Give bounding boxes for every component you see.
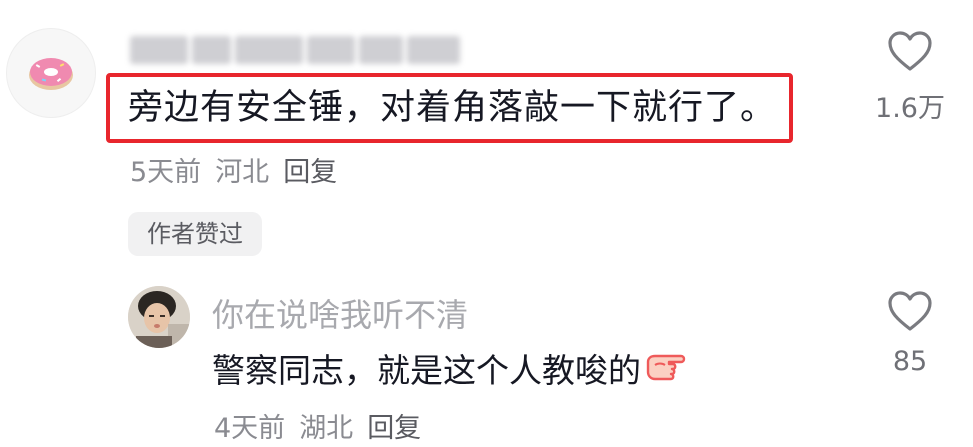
reply-like-button[interactable]: 85	[870, 290, 950, 377]
reply-location: 湖北	[299, 413, 354, 444]
heart-icon	[888, 291, 932, 331]
reply-meta: 4天前 湖北 回复	[214, 406, 421, 445]
like-button[interactable]: 1.6万	[870, 30, 950, 125]
comment-time: 5天前	[130, 157, 202, 188]
reply-reply-button[interactable]: 回复	[367, 406, 421, 445]
reply-button[interactable]: 回复	[283, 150, 337, 189]
comment-text: 旁边有安全锤，对着角落敲一下就行了。	[128, 88, 777, 128]
reply-text-row: 警察同志，就是这个人教唆的	[212, 344, 687, 392]
reply-text: 警察同志，就是这个人教唆的	[212, 351, 641, 390]
author-liked-badge: 作者赞过	[128, 212, 262, 256]
reply-time: 4天前	[214, 413, 286, 444]
comment-meta: 5天前 河北 回复	[130, 150, 337, 189]
like-count: 1.6万	[875, 93, 945, 124]
blurred-username[interactable]	[130, 36, 460, 68]
reply-username[interactable]: 你在说啥我听不清	[212, 290, 468, 336]
donut-icon	[29, 58, 73, 90]
heart-icon	[888, 31, 932, 71]
comment-location: 河北	[215, 157, 270, 188]
reply-like-count: 85	[892, 346, 928, 377]
person-photo-icon	[128, 286, 190, 348]
reply-avatar[interactable]	[128, 286, 190, 348]
avatar[interactable]	[6, 28, 96, 118]
pointing-hand-icon	[646, 354, 686, 381]
